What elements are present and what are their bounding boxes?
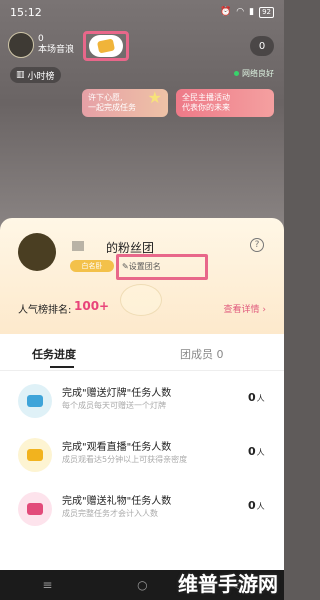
task-count-unit: 人 [256,502,265,511]
anchor-event-banner[interactable]: 全民主播活动 代表你的未来 [176,89,274,117]
battery-icon: 92 [259,6,274,18]
alarm-icon: ⏰ [220,7,232,17]
viewer-count[interactable]: 0 [250,36,274,56]
gold-badge-icon [96,38,116,54]
network-status: 网络良好 [234,68,274,79]
event-banner-line2: 代表你的未来 [182,103,230,112]
task-description: 成员观看达5分钟以上可获得亲密度 [62,455,188,464]
view-details-link[interactable]: 查看详情 › [224,302,266,315]
home-nav-button[interactable]: ○ [137,578,147,592]
task-row-send-gift: 完成"赠送礼物"任务人数 成员完整任务才会计入人数 0人 [0,488,284,532]
task-count-value: 0 [248,391,256,404]
popularity-rank-label: 人气榜排名: [18,305,72,316]
task-title: 完成"赠送礼物"任务人数 [62,496,172,507]
task-icon-bg [18,384,52,418]
network-dot-icon [234,71,239,76]
task-icon-bg [18,492,52,526]
task-icon-bg [18,438,52,472]
help-icon[interactable]: ? [250,238,264,252]
signal-icon: ▮ [249,7,255,17]
task-row-light-badge: 完成"赠送灯牌"任务人数 每个成员每天可赠送一个灯牌 0人 [0,380,284,424]
task-title: 完成"赠送灯牌"任务人数 [62,388,172,399]
watermark: 维普手游网 [178,572,278,596]
task-count-value: 0 [248,445,256,458]
anchor-sound-label: 本场音浪 [38,45,75,55]
pencil-icon: ✎ [122,262,129,271]
task-count-unit: 人 [256,394,265,403]
anchor-info[interactable]: 0 本场音浪 [8,32,74,58]
chat-icon [27,395,43,407]
status-time: 15:12 [10,5,42,19]
menu-nav-button[interactable]: ≡ [42,578,52,592]
anchor-sound-count: 0 [38,34,44,44]
task-row-watch-live: 完成"观看直播"任务人数 成员观看达5分钟以上可获得亲密度 0人 [0,434,284,478]
wifi-icon: ◠ [236,7,245,17]
tab-divider [0,370,284,371]
wish-task-banner[interactable]: 许下心愿, 一起完成任务 ★ [82,89,168,117]
mascot-illustration [120,284,162,316]
task-description: 每个成员每天可赠送一个灯牌 [62,401,166,410]
video-camera-icon [27,449,43,461]
club-avatar [18,233,56,271]
task-title: 完成"观看直播"任务人数 [62,442,172,453]
anchor-avatar[interactable] [8,32,34,58]
set-club-name-label: 设置团名 [128,262,161,271]
task-count: 0人 [248,499,265,512]
anchor-stats: 0 本场音浪 [38,34,74,56]
hourly-rank-label: 小时榜 [27,71,55,82]
fan-club-badge [89,35,123,57]
task-count: 0人 [248,391,265,404]
hourly-rank-chip[interactable]: ▥ 小时榜 [10,67,61,83]
event-banner-line1: 全民主播活动 [182,93,230,102]
set-club-name-button[interactable]: ✎设置团名 [122,261,161,272]
tab-members[interactable]: 团成员 0 [180,346,224,362]
fan-club-badge-button[interactable] [83,31,129,61]
star-icon: ★ [147,88,162,107]
club-name-placeholder [72,241,84,251]
task-count: 0人 [248,445,265,458]
task-count-value: 0 [248,499,256,512]
status-bar: 15:12 ⏰ ◠ ▮ 92 [0,0,284,24]
gift-icon [27,503,43,515]
tab-task-progress[interactable]: 任务进度 [32,346,76,362]
bar-chart-icon: ▥ [16,70,25,80]
status-icons: ⏰ ◠ ▮ 92 [220,6,274,18]
task-count-unit: 人 [256,448,265,457]
popularity-rank-value: 100+ [74,299,110,313]
club-level-tag: 白名卧 [70,260,114,272]
network-label: 网络良好 [242,69,274,78]
active-tab-indicator [50,366,74,368]
task-description: 成员完整任务才会计入人数 [62,509,158,518]
